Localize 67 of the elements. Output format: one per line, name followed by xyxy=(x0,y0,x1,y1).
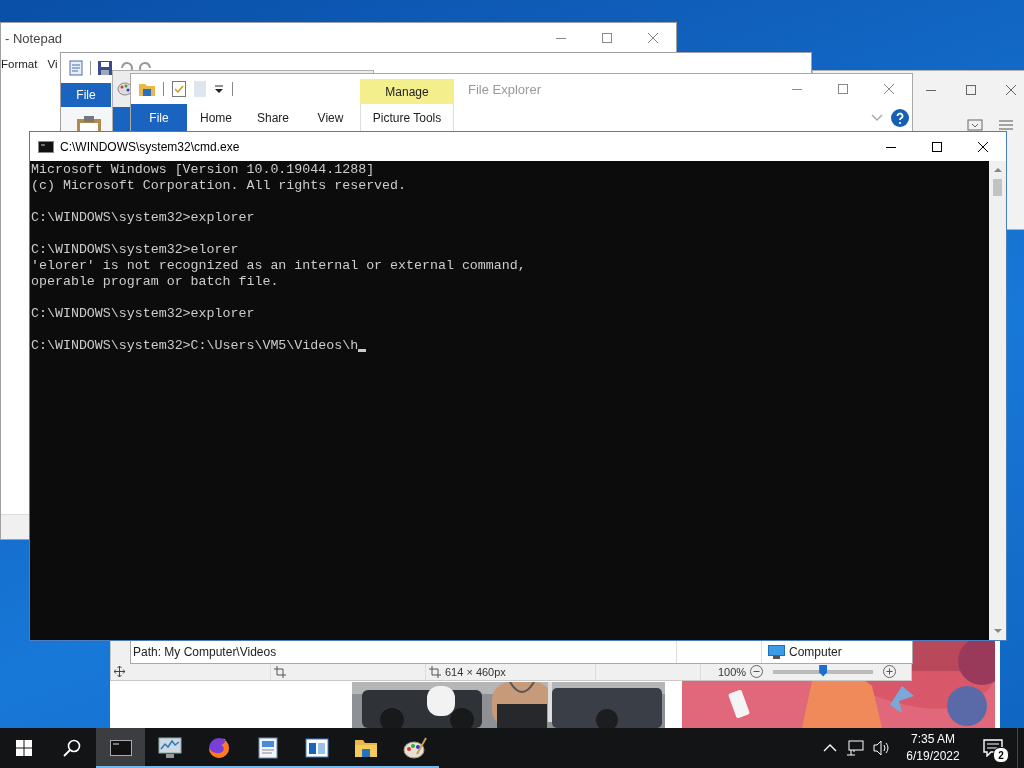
clock-date[interactable]: 6/19/2022 xyxy=(906,748,960,765)
menu-item[interactable]: Vi xyxy=(43,58,58,70)
scroll-thumb[interactable] xyxy=(993,179,1002,196)
window-icon xyxy=(304,738,329,758)
console-line: C:\WINDOWS\system32>elorer xyxy=(31,242,239,258)
console-line: C:\WINDOWS\system32>explorer xyxy=(31,210,255,226)
window-title: - Notepad xyxy=(4,30,64,46)
crop-icon xyxy=(274,665,286,678)
ribbon-tab[interactable]: View xyxy=(301,104,360,131)
console-line: C:\WINDOWS\system32>explorer xyxy=(31,306,255,322)
clock-time[interactable]: 7:35 AM xyxy=(911,731,955,748)
terminal-icon xyxy=(109,740,132,756)
properties-icon[interactable] xyxy=(172,81,186,97)
crop-icon xyxy=(429,665,441,678)
notification-count: 2 xyxy=(993,747,1009,763)
monitor-icon xyxy=(768,644,785,659)
close-icon xyxy=(884,84,894,94)
menu-item[interactable]: Format xyxy=(1,58,44,70)
ribbon-tab[interactable]: File xyxy=(61,83,111,107)
close-icon xyxy=(648,33,658,43)
ribbon-tab[interactable]: File xyxy=(131,104,187,131)
help-icon[interactable] xyxy=(891,108,909,127)
network-icon[interactable] xyxy=(846,740,864,756)
console-line: C:\WINDOWS\system32>C:\Users\VM5\Videos\h xyxy=(31,338,359,354)
context-tab-label: Manage xyxy=(360,79,454,104)
image-dimensions: 614 × 460px xyxy=(445,665,506,678)
zoom-level: 100% xyxy=(718,665,747,678)
document-icon xyxy=(68,60,84,76)
move-icon xyxy=(114,666,125,677)
console-line: 'elorer' is not recognized as an internal or external command, xyxy=(31,258,526,274)
speaker-icon[interactable] xyxy=(873,740,891,756)
dropdown-icon[interactable] xyxy=(214,84,224,94)
terminal-icon xyxy=(38,140,54,153)
windows-logo-icon xyxy=(16,740,32,756)
folder-icon xyxy=(353,738,378,758)
monitor-icon xyxy=(157,737,182,759)
maximize-icon xyxy=(838,84,848,94)
scroll-up-icon[interactable] xyxy=(993,167,1002,172)
scroll-down-icon[interactable] xyxy=(993,629,1002,634)
zoom-out-button[interactable] xyxy=(750,665,764,678)
scrollbar[interactable] xyxy=(989,161,1006,640)
ribbon-tab[interactable]: Share xyxy=(245,104,301,131)
search-icon xyxy=(63,739,81,757)
maximize-icon xyxy=(966,85,976,95)
close-icon xyxy=(1006,85,1016,95)
folder-icon[interactable] xyxy=(139,82,155,96)
ribbon-tab[interactable]: Home xyxy=(187,104,245,131)
zoom-in-button[interactable] xyxy=(883,665,897,678)
window-title: C:\WINDOWS\system32\cmd.exe xyxy=(59,139,241,154)
maximize-icon xyxy=(932,141,942,152)
taskbar-button[interactable] xyxy=(96,728,145,768)
console-line: operable program or batch file. xyxy=(31,274,279,290)
palette-icon xyxy=(402,736,427,760)
close-icon xyxy=(978,141,988,152)
maximize-icon xyxy=(602,33,612,43)
status-location: Computer xyxy=(789,644,842,659)
window-title: File Explorer xyxy=(468,81,541,97)
chevron-up-icon[interactable] xyxy=(823,744,837,752)
ribbon-tab[interactable] xyxy=(113,107,131,131)
save-icon xyxy=(97,60,113,76)
slider-thumb[interactable] xyxy=(819,664,828,677)
status-path: Path: My Computer\Videos xyxy=(132,644,278,659)
notification-icon[interactable] xyxy=(983,739,1003,757)
console-line: (c) Microsoft Corporation. All rights reserved. xyxy=(31,178,407,194)
document-icon xyxy=(257,737,278,759)
browser-icon xyxy=(207,737,230,759)
console-line: Microsoft Windows [Version 10.0.19044.1288] xyxy=(31,162,375,178)
